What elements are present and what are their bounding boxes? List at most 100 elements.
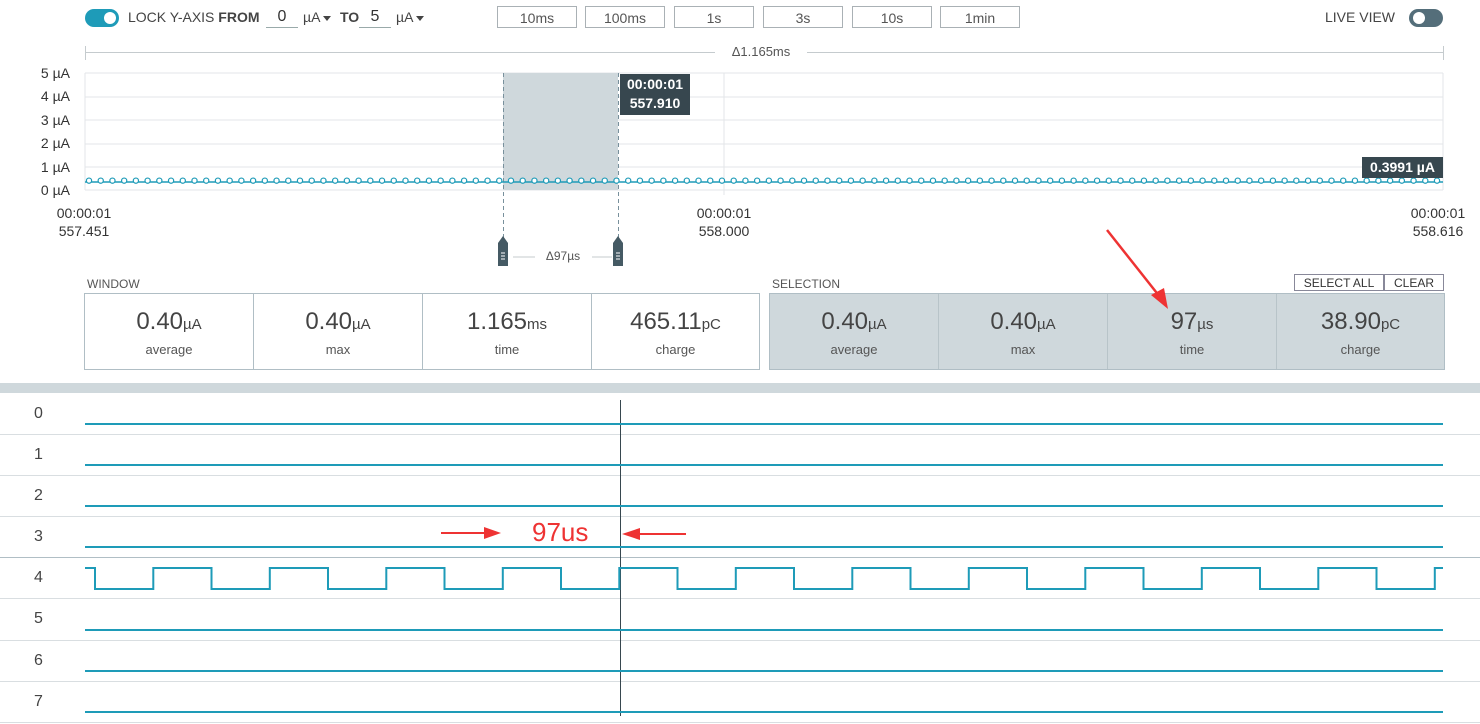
window-stat-max: 0.40µA max [254,294,423,369]
window-stat-time: 1.165ms time [423,294,592,369]
data-point [1211,177,1218,184]
data-point [191,177,198,184]
data-point [625,177,632,184]
data-point [941,177,948,184]
window-10ms-button[interactable]: 10ms [497,6,577,28]
chevron-down-icon [416,15,425,21]
data-point [1398,177,1406,184]
data-point [918,177,925,184]
digital-channels-divider [0,383,1480,393]
y-to-unit-dropdown[interactable]: µA [396,9,425,25]
window-3s-button[interactable]: 3s [763,6,843,28]
data-point [1386,177,1394,184]
data-point [578,177,585,184]
current-value-tooltip: 0.3991 µA [1362,157,1443,178]
selection-region[interactable] [503,73,618,190]
data-point [847,177,855,184]
data-point [542,177,550,184]
cursor-time-line2: 557.910 [629,95,681,111]
data-point [1035,177,1042,184]
data-point [1363,177,1370,184]
window-stat-charge: 465.11pC charge [630,308,721,357]
clear-button[interactable]: CLEAR [1384,274,1444,291]
data-point [496,177,503,184]
data-point [261,177,269,184]
window-1min-button[interactable]: 1min [940,6,1020,28]
data-point [1351,177,1359,184]
selection-end-handle[interactable] [613,236,623,266]
annotation-left-arrow [441,527,501,539]
digital-channels-chart[interactable] [0,393,1480,724]
data-point [777,177,784,184]
data-point [308,177,315,184]
data-point [1117,177,1124,184]
data-point [285,177,292,184]
data-point [85,177,93,184]
data-point [636,177,644,184]
data-point [1316,177,1323,184]
data-point [484,177,491,184]
selection-stat-charge: 38.90pC charge [1320,308,1401,357]
y-from-unit-dropdown[interactable]: µA [303,9,332,25]
data-point [1328,177,1335,184]
selection-start-handle[interactable] [498,236,508,266]
lock-y-axis-label: LOCK Y-AXIS FROM [128,9,260,25]
data-point [601,177,608,184]
lock-y-axis-toggle[interactable] [85,9,119,27]
window-100ms-button[interactable]: 100ms [585,6,665,28]
y-to-input[interactable]: 5 [359,7,391,28]
data-point [355,177,362,184]
data-point [660,177,667,184]
data-point [249,177,257,184]
x-tick-label: 00:00:01 558.616 [1410,205,1466,239]
data-point [531,177,538,184]
data-point [226,177,233,184]
data-point [1164,177,1171,184]
cursor-time-line1: 00:00:01 [626,76,684,92]
data-point [120,177,128,184]
data-point [1269,177,1277,184]
annotation-right-arrow [622,528,686,540]
window-delta-label: Δ1.165ms [731,44,791,59]
live-view-toggle[interactable] [1409,9,1443,27]
live-view-label: LIVE VIEW [1325,9,1396,25]
data-point [144,177,151,184]
chevron-down-icon [323,15,332,21]
data-point [1422,177,1429,184]
data-point [296,177,304,184]
data-point [402,177,409,184]
data-point [472,177,480,184]
window-stat-average: 0.40µA average [85,294,254,369]
data-point [789,177,796,184]
data-point [859,177,866,184]
data-point [824,177,831,184]
channel-4-trace [85,567,1443,590]
window-1s-button[interactable]: 1s [674,6,754,28]
toggle-knob [1413,12,1425,24]
data-point [179,177,186,184]
data-point [343,177,351,184]
data-point [648,177,655,184]
data-point [1011,177,1019,184]
data-point [1093,177,1101,184]
data-point [1433,177,1441,184]
window-10s-button[interactable]: 10s [852,6,932,28]
select-all-button[interactable]: SELECT ALL [1294,274,1384,291]
data-point [929,177,937,184]
data-point [1129,177,1136,184]
selection-stat-max: 0.40µA max [939,294,1108,369]
y-from-input[interactable]: 0 [266,7,298,28]
data-point [1152,177,1159,184]
data-point [613,177,620,184]
data-point [331,177,339,184]
window-stats-title: WINDOW [87,277,140,291]
data-point [953,177,960,184]
data-point [835,177,843,184]
data-point [507,177,515,184]
toggle-knob [104,12,116,24]
data-point [976,177,984,184]
data-point [671,177,679,184]
data-point [320,177,327,184]
data-point [1070,177,1077,184]
data-point [214,177,222,184]
